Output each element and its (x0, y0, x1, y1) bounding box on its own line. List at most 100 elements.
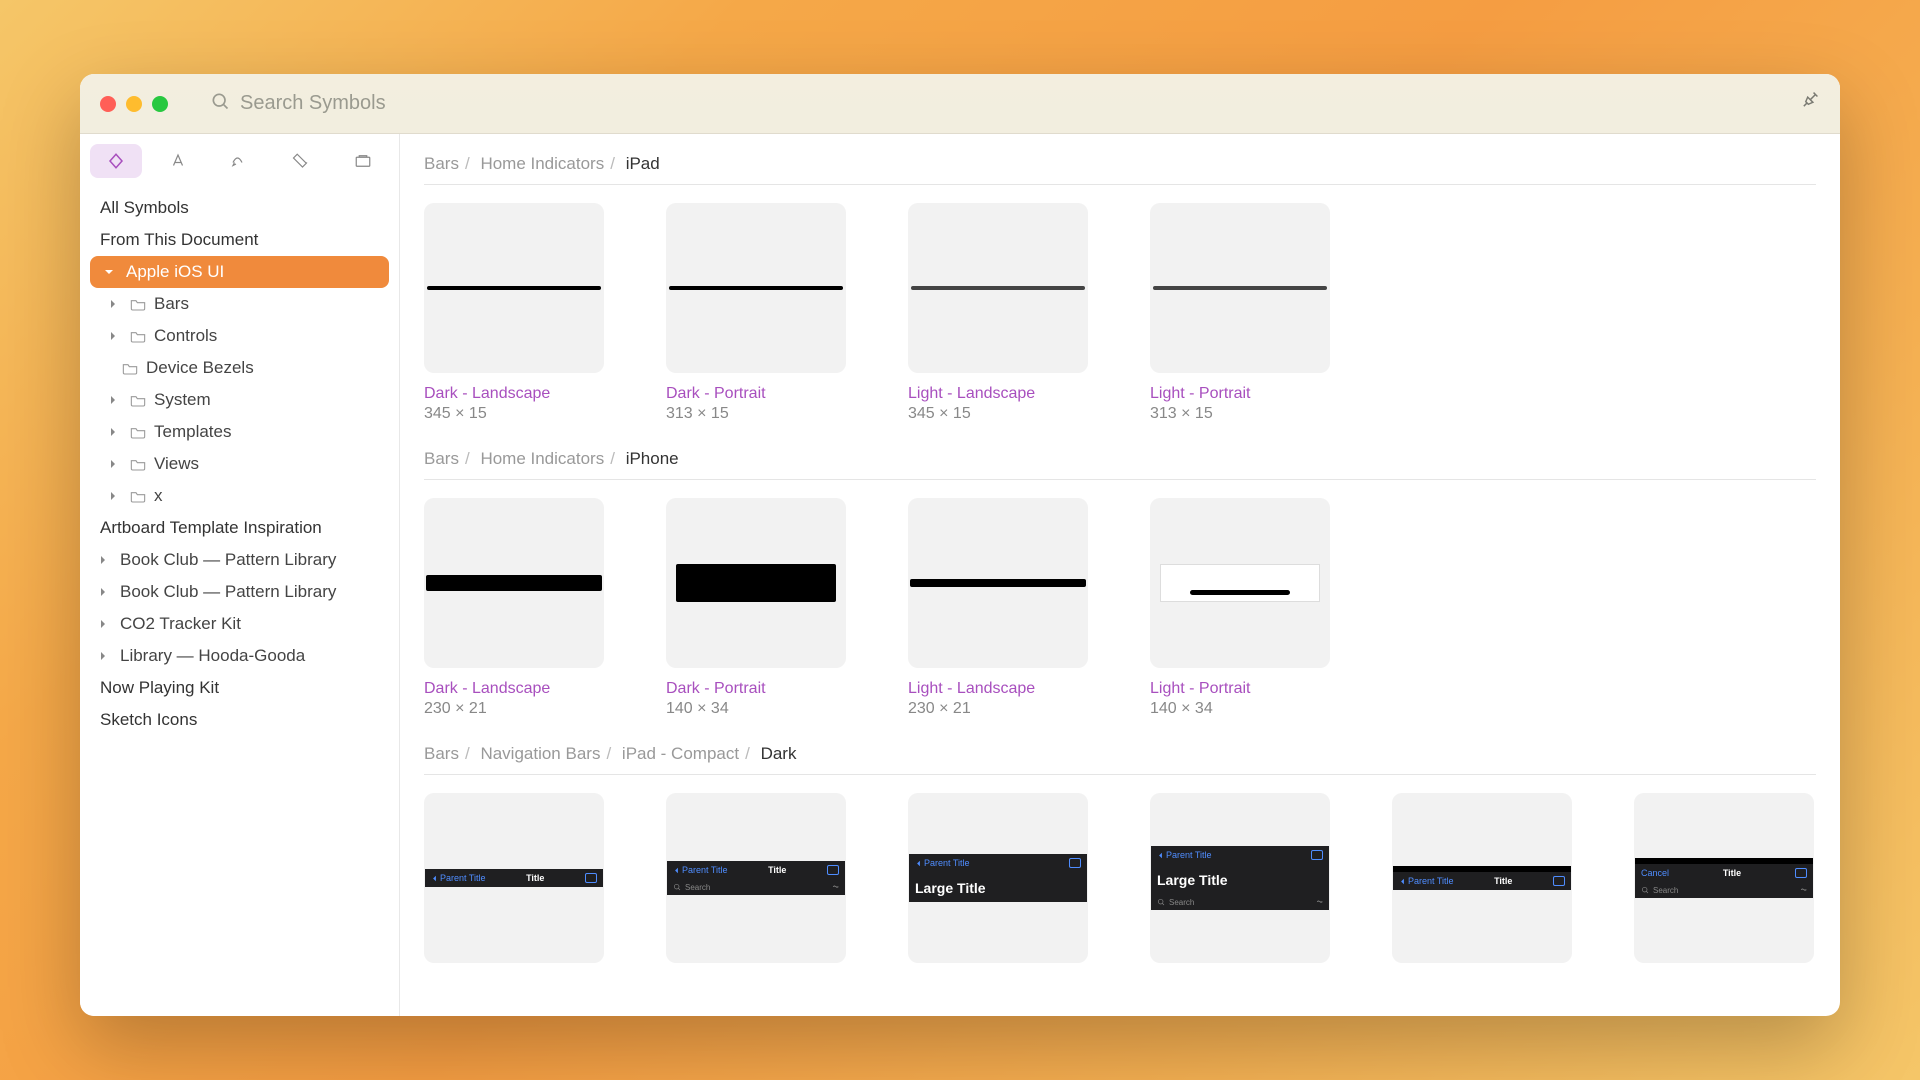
search-icon (210, 91, 230, 116)
sidebar: All Symbols From This Document Apple iOS… (80, 134, 400, 1016)
sidebar-item-views[interactable]: Views (80, 448, 399, 480)
symbol-card[interactable]: Light - Portrait 313 × 15 (1150, 203, 1330, 423)
thumbnail: Parent Title Large Title Search⏦ (1150, 793, 1330, 963)
crumb[interactable]: Home Indicators (480, 449, 604, 468)
symbol-grid: Dark - Landscape 345 × 15 Dark - Portrai… (424, 203, 1816, 423)
crumb[interactable]: Navigation Bars (480, 744, 600, 763)
symbol-card[interactable]: Dark - Landscape 230 × 21 (424, 498, 604, 718)
sidebar-item-bars[interactable]: Bars (80, 288, 399, 320)
nav-title: Title (1723, 868, 1741, 878)
chevron-right-icon (104, 427, 122, 437)
divider (424, 479, 1816, 480)
tab-symbols[interactable] (90, 144, 142, 178)
crumb-leaf: iPhone (626, 449, 679, 468)
tree-label: Bars (154, 294, 189, 314)
symbol-card[interactable]: Parent Title Title (1392, 793, 1572, 963)
minimize-button[interactable] (126, 96, 142, 112)
symbol-card[interactable]: Parent Title Title Search⏦ (666, 793, 846, 963)
symbol-card[interactable]: Dark - Landscape 345 × 15 (424, 203, 604, 423)
home-indicator-light (910, 579, 1086, 587)
back-button: Parent Title (1157, 850, 1212, 860)
action-icon (585, 873, 597, 883)
tab-layer-styles[interactable] (214, 144, 266, 178)
thumbnail (424, 498, 604, 668)
search-bar: Search⏦ (667, 879, 845, 895)
symbol-card[interactable]: Cancel Title Search⏦ (1634, 793, 1814, 963)
sidebar-item-from-document[interactable]: From This Document (80, 224, 399, 256)
tree-label: Views (154, 454, 199, 474)
symbol-grid: Dark - Landscape 230 × 21 Dark - Portrai… (424, 498, 1816, 718)
tree-label: All Symbols (100, 198, 189, 218)
separator: / (610, 449, 615, 468)
tree-label: Book Club — Pattern Library (120, 582, 336, 602)
sidebar-item-hooda[interactable]: Library — Hooda-Gooda (80, 640, 399, 672)
thumbnail (666, 203, 846, 373)
symbol-card[interactable]: Parent Title Large Title (908, 793, 1088, 963)
sidebar-item-templates[interactable]: Templates (80, 416, 399, 448)
symbol-card[interactable]: Dark - Portrait 140 × 34 (666, 498, 846, 718)
card-dimensions: 345 × 15 (908, 405, 1088, 423)
breadcrumb: Bars/ Navigation Bars/ iPad - Compact/ D… (424, 744, 1816, 764)
thumbnail (908, 498, 1088, 668)
sidebar-item-bookclub-1[interactable]: Book Club — Pattern Library (80, 544, 399, 576)
crumb[interactable]: Home Indicators (480, 154, 604, 173)
sidebar-item-bookclub-2[interactable]: Book Club — Pattern Library (80, 576, 399, 608)
symbol-card[interactable]: Dark - Portrait 313 × 15 (666, 203, 846, 423)
tab-colors[interactable] (275, 144, 327, 178)
app-window: All Symbols From This Document Apple iOS… (80, 74, 1840, 1016)
sidebar-item-all-symbols[interactable]: All Symbols (80, 192, 399, 224)
crumb[interactable]: Bars (424, 449, 459, 468)
crumb[interactable]: iPad - Compact (622, 744, 739, 763)
maximize-button[interactable] (152, 96, 168, 112)
symbol-card[interactable]: Light - Landscape 230 × 21 (908, 498, 1088, 718)
tab-components[interactable] (337, 144, 389, 178)
tree-label: Sketch Icons (100, 710, 197, 730)
home-indicator-dark (676, 564, 836, 602)
tree-label: Controls (154, 326, 217, 346)
navbar-preview: Parent Title Large Title (909, 854, 1087, 902)
tab-text-styles[interactable] (152, 144, 204, 178)
crumb[interactable]: Bars (424, 744, 459, 763)
card-title: Light - Portrait (1150, 680, 1330, 698)
thumbnail (666, 498, 846, 668)
card-title: Dark - Portrait (666, 385, 846, 403)
card-dimensions: 140 × 34 (1150, 700, 1330, 718)
tree-label: x (154, 486, 163, 506)
card-dimensions: 313 × 15 (1150, 405, 1330, 423)
sidebar-item-co2[interactable]: CO2 Tracker Kit (80, 608, 399, 640)
card-title: Dark - Portrait (666, 680, 846, 698)
card-title: Dark - Landscape (424, 680, 604, 698)
sidebar-item-sketch-icons[interactable]: Sketch Icons (80, 704, 399, 736)
card-dimensions: 140 × 34 (666, 700, 846, 718)
sidebar-item-apple-ios-ui[interactable]: Apple iOS UI (90, 256, 389, 288)
home-indicator-dark (669, 286, 843, 290)
card-dimensions: 230 × 21 (908, 700, 1088, 718)
search-input[interactable] (240, 92, 740, 115)
tree-label: Now Playing Kit (100, 678, 219, 698)
symbol-card[interactable]: Parent Title Title (424, 793, 604, 963)
pin-icon[interactable] (1798, 90, 1820, 117)
folder-icon (130, 457, 146, 471)
symbol-card[interactable]: Light - Portrait 140 × 34 (1150, 498, 1330, 718)
thumbnail (1150, 203, 1330, 373)
sidebar-item-system[interactable]: System (80, 384, 399, 416)
symbol-card[interactable]: Light - Landscape 345 × 15 (908, 203, 1088, 423)
separator: / (606, 744, 611, 763)
thumbnail: Parent Title Title (1392, 793, 1572, 963)
chevron-right-icon (94, 555, 112, 565)
crumb[interactable]: Bars (424, 154, 459, 173)
card-title: Light - Landscape (908, 385, 1088, 403)
sidebar-item-now-playing[interactable]: Now Playing Kit (80, 672, 399, 704)
sidebar-item-x[interactable]: x (80, 480, 399, 512)
chevron-right-icon (104, 491, 122, 501)
folder-icon (130, 425, 146, 439)
separator: / (610, 154, 615, 173)
sidebar-item-artboard-inspiration[interactable]: Artboard Template Inspiration (80, 512, 399, 544)
separator: / (745, 744, 750, 763)
search-bar: Search⏦ (1151, 894, 1329, 910)
sidebar-item-device-bezels[interactable]: Device Bezels (80, 352, 399, 384)
sidebar-item-controls[interactable]: Controls (80, 320, 399, 352)
action-icon (1795, 868, 1807, 878)
symbol-card[interactable]: Parent Title Large Title Search⏦ (1150, 793, 1330, 963)
close-button[interactable] (100, 96, 116, 112)
